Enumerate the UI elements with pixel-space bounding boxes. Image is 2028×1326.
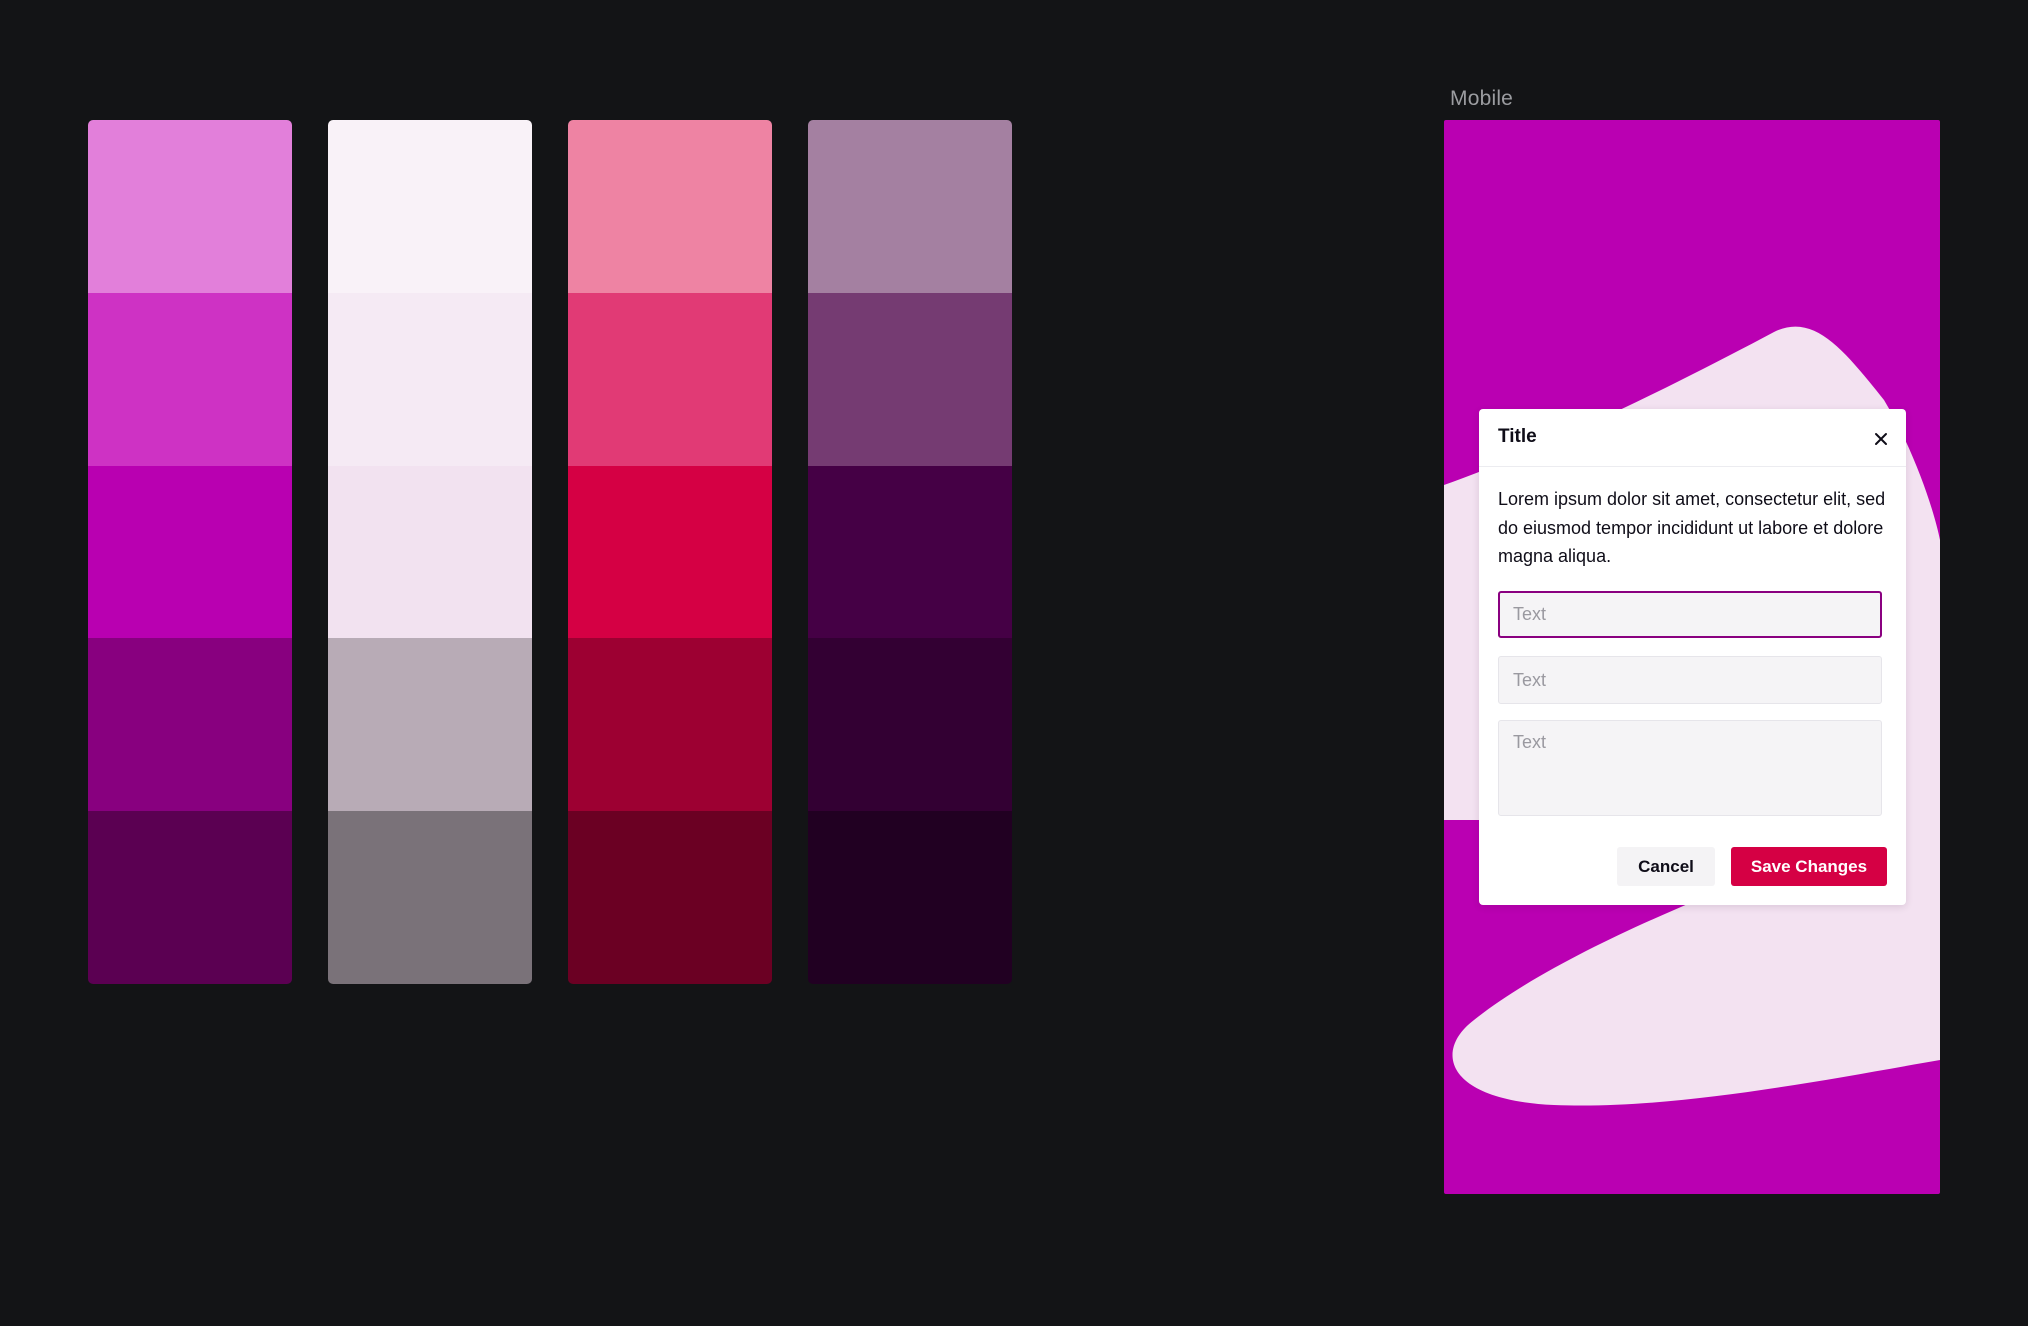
palette-column-plum — [808, 120, 1012, 984]
palette-column-magenta — [88, 120, 292, 984]
swatch — [808, 465, 1012, 639]
frame-label: Mobile — [1450, 87, 1514, 110]
swatch — [568, 465, 772, 639]
dialog-header: Title — [1479, 409, 1906, 467]
swatch — [88, 638, 292, 812]
palette-column-crimson — [568, 120, 772, 984]
swatch — [808, 638, 1012, 812]
close-icon[interactable] — [1869, 427, 1893, 451]
text-field-1[interactable] — [1498, 591, 1882, 638]
save-changes-button[interactable]: Save Changes — [1731, 847, 1887, 886]
dialog-description: Lorem ipsum dolor sit amet, consectetur … — [1498, 489, 1886, 566]
text-field-2[interactable] — [1498, 656, 1882, 704]
swatch — [88, 465, 292, 639]
dialog-title: Title — [1498, 426, 1537, 447]
close-icon-glyph — [1875, 433, 1887, 445]
swatch — [568, 292, 772, 466]
swatch — [88, 292, 292, 466]
swatch — [328, 811, 532, 984]
swatch — [328, 292, 532, 466]
swatch — [568, 120, 772, 293]
swatch — [328, 465, 532, 639]
cancel-button[interactable]: Cancel — [1617, 847, 1715, 886]
palette-column-neutral — [328, 120, 532, 984]
swatch — [568, 638, 772, 812]
color-palette — [88, 120, 1012, 984]
swatch — [328, 638, 532, 812]
swatch — [88, 811, 292, 984]
text-area[interactable] — [1498, 720, 1882, 816]
swatch — [808, 811, 1012, 984]
swatch — [568, 811, 772, 984]
swatch — [88, 120, 292, 293]
swatch — [328, 120, 532, 293]
dialog: Title Lorem ipsum dolor sit amet, consec… — [1479, 409, 1906, 905]
swatch — [808, 292, 1012, 466]
mobile-frame: Title Lorem ipsum dolor sit amet, consec… — [1444, 120, 1940, 1194]
swatch — [808, 120, 1012, 293]
